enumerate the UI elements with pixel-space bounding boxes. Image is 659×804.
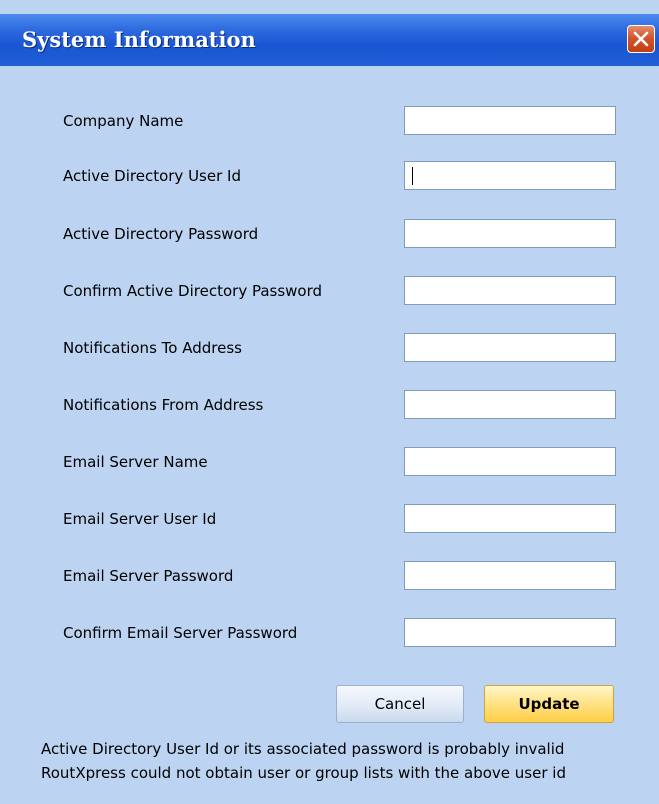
confirm-email-server-password-input[interactable]: [404, 618, 616, 647]
email-server-password-input[interactable]: [404, 561, 616, 590]
company-name-input[interactable]: [404, 106, 616, 135]
row-notifications-to: Notifications To Address: [0, 333, 659, 363]
notifications-from-input[interactable]: [404, 390, 616, 419]
row-confirm-ad-password: Confirm Active Directory Password: [0, 276, 659, 306]
notifications-to-label: Notifications To Address: [63, 339, 242, 357]
update-button[interactable]: Update: [484, 685, 614, 723]
email-server-name-label: Email Server Name: [63, 453, 208, 471]
email-server-name-input[interactable]: [404, 447, 616, 476]
close-button[interactable]: [627, 25, 655, 53]
row-email-server-password: Email Server Password: [0, 561, 659, 591]
row-company-name: Company Name: [0, 106, 659, 136]
row-email-server-user-id: Email Server User Id: [0, 504, 659, 534]
error-message-line-2: RoutXpress could not obtain user or grou…: [41, 764, 566, 782]
system-information-dialog: System Information Company Name Active D…: [0, 0, 659, 804]
notifications-to-input[interactable]: [404, 333, 616, 362]
row-ad-user-id: Active Directory User Id: [0, 161, 659, 191]
confirm-email-server-password-label: Confirm Email Server Password: [63, 624, 298, 642]
window-title: System Information: [22, 27, 256, 52]
ad-password-input[interactable]: [404, 219, 616, 248]
text-caret: [412, 167, 413, 185]
notifications-from-label: Notifications From Address: [63, 396, 264, 414]
row-ad-password: Active Directory Password: [0, 219, 659, 249]
cancel-button[interactable]: Cancel: [336, 685, 464, 723]
confirm-ad-password-label: Confirm Active Directory Password: [63, 282, 323, 300]
company-name-label: Company Name: [63, 112, 184, 130]
ad-user-id-label: Active Directory User Id: [63, 167, 241, 185]
email-server-user-id-input[interactable]: [404, 504, 616, 533]
confirm-ad-password-input[interactable]: [404, 276, 616, 305]
row-confirm-email-server-password: Confirm Email Server Password: [0, 618, 659, 648]
title-bar[interactable]: System Information: [0, 0, 659, 77]
error-message-line-1: Active Directory User Id or its associat…: [41, 740, 565, 758]
email-server-user-id-label: Email Server User Id: [63, 510, 217, 528]
row-email-server-name: Email Server Name: [0, 447, 659, 477]
row-notifications-from: Notifications From Address: [0, 390, 659, 420]
ad-user-id-input[interactable]: [404, 161, 616, 190]
ad-password-label: Active Directory Password: [63, 225, 259, 243]
close-icon: [633, 31, 649, 47]
email-server-password-label: Email Server Password: [63, 567, 234, 585]
